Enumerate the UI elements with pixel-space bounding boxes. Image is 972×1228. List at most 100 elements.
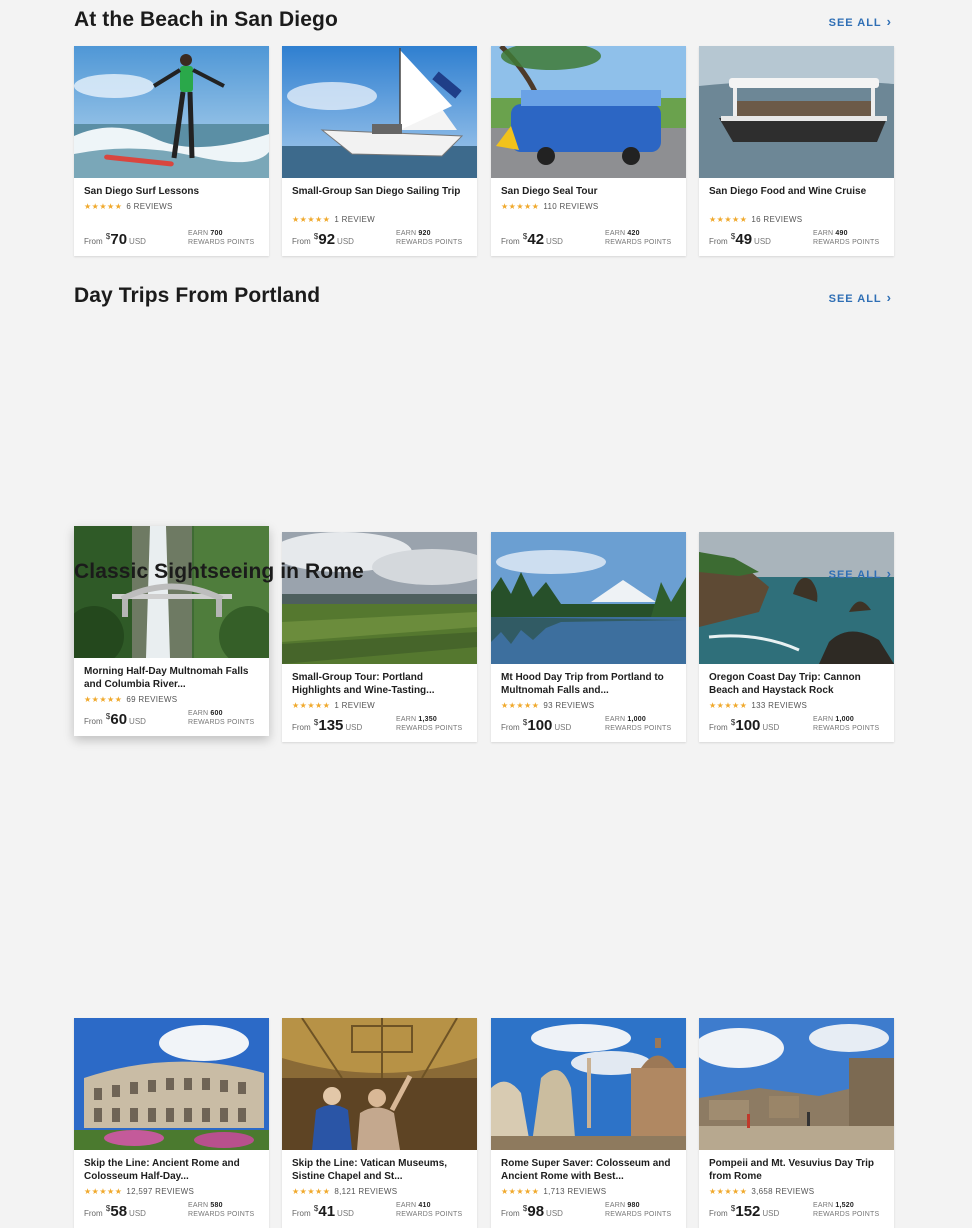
rewards-points: EARN 600 REWARDS POINTS (188, 710, 254, 727)
currency-code: USD (129, 237, 146, 246)
earn-label: EARN (188, 1202, 209, 1209)
tour-card[interactable]: Pompeii and Mt. Vesuvius Day Trip from R… (699, 1018, 894, 1228)
from-label: From (709, 237, 728, 246)
review-count: 12,597 REVIEWS (126, 1187, 195, 1196)
tour-card[interactable]: Small-Group San Diego Sailing Trip ★★★★★… (282, 46, 477, 256)
currency-code: USD (345, 723, 363, 732)
from-label: From (292, 723, 311, 732)
tour-card[interactable]: San Diego Surf Lessons ★★★★★ 6 REVIEWS Fr… (74, 46, 269, 256)
card-info: Morning Half-Day Multnomah Falls and Col… (74, 658, 269, 736)
earn-label: EARN (605, 230, 626, 237)
tour-card[interactable]: Skip the Line: Vatican Museums, Sistine … (282, 1018, 477, 1228)
review-count: 1 REVIEW (334, 701, 375, 710)
section-title: At the Beach in San Diego (74, 8, 338, 31)
star-rating-icon: ★★★★★ (709, 1187, 748, 1196)
review-count: 3,658 REVIEWS (751, 1187, 815, 1196)
price-amount: 58 (110, 1203, 128, 1220)
section-header: At the Beach in San Diego SEE ALL › (74, 8, 894, 40)
review-count: 69 REVIEWS (126, 695, 178, 704)
currency-code: USD (762, 723, 780, 732)
section-header: Day Trips From Portland SEE ALL › (74, 284, 894, 316)
currency-symbol: $ (522, 232, 528, 241)
star-rating-icon: ★★★★★ (292, 215, 331, 224)
tour-image-surfer (74, 46, 269, 178)
price: From $92 USD (292, 231, 354, 248)
price: From $41 USD (292, 1203, 354, 1220)
tour-title: San Diego Seal Tour (501, 186, 598, 197)
rewards-label: REWARDS POINTS (813, 1210, 880, 1218)
see-all-label: SEE ALL (828, 17, 882, 29)
tour-title: Pompeii and Mt. Vesuvius Day Trip from R… (709, 1158, 875, 1182)
tour-image-vatican-museum (282, 1018, 477, 1150)
tour-title: Mt Hood Day Trip from Portland to Multno… (501, 672, 664, 696)
see-all-link[interactable]: SEE ALL › (829, 290, 892, 305)
rewards-label: REWARDS POINTS (813, 724, 880, 732)
price: From $98 USD (501, 1203, 563, 1220)
tour-title: Small-Group Tour: Portland Highlights an… (292, 672, 435, 696)
currency-code: USD (337, 237, 354, 246)
rewards-label: REWARDS POINTS (188, 238, 255, 246)
section-title: Classic Sightseeing in Rome (74, 560, 364, 583)
rewards-points: EARN 920 REWARDS POINTS (396, 230, 462, 247)
review-count: 133 REVIEWS (751, 701, 808, 710)
price: From $70 USD (84, 231, 146, 248)
see-all-link[interactable]: SEE ALL › (829, 14, 892, 29)
points-value: 920 (418, 230, 431, 237)
currency-symbol: $ (522, 1204, 528, 1213)
currency-code: USD (754, 237, 771, 246)
earn-label: EARN (188, 230, 209, 237)
currency-code: USD (129, 1209, 146, 1218)
card-info: Mt Hood Day Trip from Portland to Multno… (491, 664, 686, 742)
points-value: 1,520 (835, 1202, 854, 1209)
earn-label: EARN (605, 716, 626, 723)
rating: ★★★★★ 1 REVIEW (292, 215, 375, 224)
points-value: 410 (418, 1202, 431, 1209)
tour-image-rome-statues (491, 1018, 686, 1150)
from-label: From (84, 1209, 103, 1218)
card-info: Pompeii and Mt. Vesuvius Day Trip from R… (699, 1150, 894, 1228)
tour-image-colosseum (74, 1018, 269, 1150)
rewards-points: EARN 1,000 REWARDS POINTS (813, 716, 879, 733)
currency-code: USD (762, 1209, 780, 1218)
currency-symbol: $ (105, 1204, 111, 1213)
tour-card[interactable]: San Diego Seal Tour ★★★★★ 110 REVIEWS Fro… (491, 46, 686, 256)
star-rating-icon: ★★★★★ (292, 701, 331, 710)
tour-card[interactable]: San Diego Food and Wine Cruise ★★★★★ 16 R… (699, 46, 894, 256)
from-label: From (292, 1209, 311, 1218)
see-all-link[interactable]: SEE ALL › (829, 566, 892, 581)
star-rating-icon: ★★★★★ (84, 1187, 123, 1196)
tour-card[interactable]: Morning Half-Day Multnomah Falls and Col… (74, 526, 269, 736)
rewards-points: EARN 700 REWARDS POINTS (188, 230, 254, 247)
currency-code: USD (129, 717, 146, 726)
points-value: 490 (835, 230, 848, 237)
currency-symbol: $ (730, 1204, 736, 1213)
card-info: Small-Group Tour: Portland Highlights an… (282, 664, 477, 742)
price-amount: 60 (110, 711, 128, 728)
tour-image-vineyard (282, 532, 477, 664)
tour-card[interactable]: Skip the Line: Ancient Rome and Colosseu… (74, 1018, 269, 1228)
earn-label: EARN (813, 1202, 834, 1209)
review-count: 110 REVIEWS (543, 202, 599, 211)
card-info: San Diego Food and Wine Cruise ★★★★★ 16 R… (699, 178, 894, 256)
earn-label: EARN (396, 230, 417, 237)
rating: ★★★★★ 12,597 REVIEWS (84, 1187, 194, 1196)
price: From $60 USD (84, 711, 146, 728)
tour-title: San Diego Surf Lessons (84, 186, 200, 197)
points-value: 980 (627, 1202, 640, 1209)
review-count: 93 REVIEWS (543, 701, 595, 710)
rating: ★★★★★ 16 REVIEWS (709, 215, 802, 224)
star-rating-icon: ★★★★★ (709, 701, 748, 710)
price-amount: 100 (735, 717, 761, 734)
rewards-label: REWARDS POINTS (188, 718, 255, 726)
earn-label: EARN (188, 710, 209, 717)
rewards-label: REWARDS POINTS (813, 238, 880, 246)
rewards-label: REWARDS POINTS (188, 1210, 255, 1218)
tour-card[interactable]: Rome Super Saver: Colosseum and Ancient … (491, 1018, 686, 1228)
review-count: 1 REVIEW (334, 215, 375, 224)
card-row: Skip the Line: Ancient Rome and Colosseu… (74, 1018, 894, 1228)
tour-title: Skip the Line: Vatican Museums, Sistine … (292, 1158, 448, 1182)
card-info: San Diego Surf Lessons ★★★★★ 6 REVIEWS Fr… (74, 178, 269, 256)
card-info: Rome Super Saver: Colosseum and Ancient … (491, 1150, 686, 1228)
price: From $100 USD (501, 717, 571, 734)
rating: ★★★★★ 133 REVIEWS (709, 701, 807, 710)
